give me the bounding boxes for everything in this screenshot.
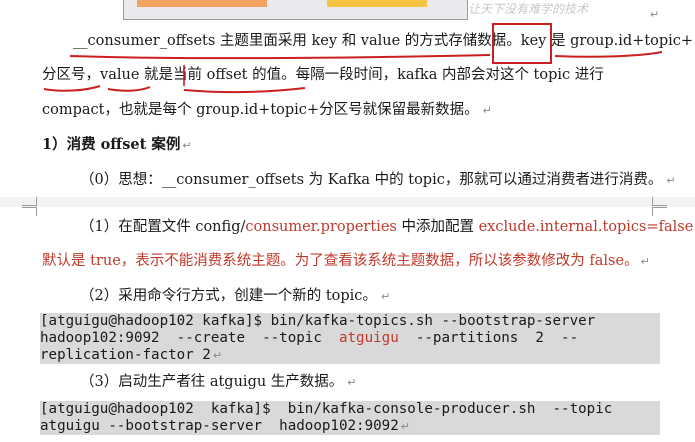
key-highlight-box [492, 23, 552, 64]
handwritten-annotations [43, 23, 663, 94]
partition-underline [43, 85, 101, 92]
groupid-underline [554, 51, 663, 58]
value-underline [107, 86, 151, 92]
para1-underline [69, 54, 491, 60]
offset-underline [183, 87, 306, 94]
